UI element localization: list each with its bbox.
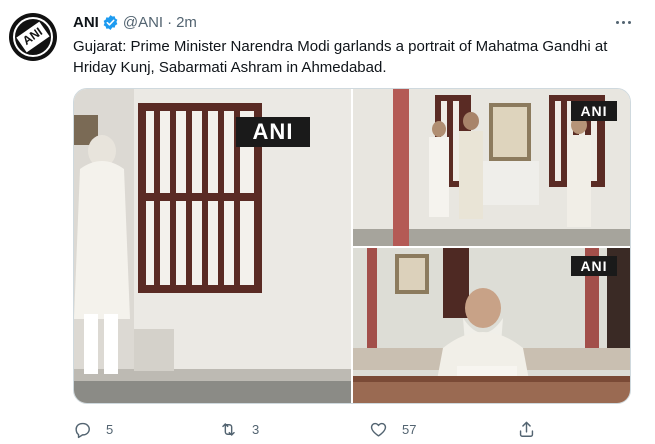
- verified-badge-icon: [103, 14, 118, 30]
- like-count: 57: [402, 421, 417, 437]
- share-button[interactable]: [517, 416, 536, 442]
- media-grid: ANI ANI ANI: [73, 88, 631, 404]
- tweet-header: ANI @ANI · 2m: [73, 12, 197, 32]
- media-photo-1[interactable]: ANI: [74, 89, 351, 403]
- retweet-button[interactable]: 3: [219, 416, 259, 442]
- tweet-text: Gujarat: Prime Minister Narendra Modi ga…: [73, 38, 608, 76]
- tweet[interactable]: ANI ANI @ANI · 2m Gujarat: Prime Ministe…: [0, 0, 655, 444]
- reply-count: 5: [106, 421, 114, 437]
- watermark: ANI: [571, 256, 617, 276]
- reply-button[interactable]: 5: [73, 416, 113, 442]
- reply-icon: [75, 422, 90, 438]
- retweet-icon: [222, 422, 235, 436]
- watermark: ANI: [236, 117, 310, 147]
- media-photo-3[interactable]: ANI: [353, 248, 630, 403]
- more-options-icon[interactable]: [613, 14, 633, 30]
- avatar[interactable]: ANI: [9, 13, 57, 61]
- heart-icon: [370, 422, 387, 437]
- retweet-count: 3: [252, 421, 260, 437]
- media-photo-2[interactable]: ANI: [353, 89, 630, 246]
- separator-dot: ·: [167, 13, 173, 31]
- like-button[interactable]: 57: [369, 416, 416, 442]
- watermark: ANI: [571, 101, 617, 121]
- action-bar: 5 3 57: [73, 416, 573, 442]
- display-name[interactable]: ANI: [73, 14, 99, 31]
- timestamp[interactable]: 2m: [176, 14, 197, 31]
- share-icon: [519, 421, 534, 437]
- handle[interactable]: @ANI: [123, 14, 163, 31]
